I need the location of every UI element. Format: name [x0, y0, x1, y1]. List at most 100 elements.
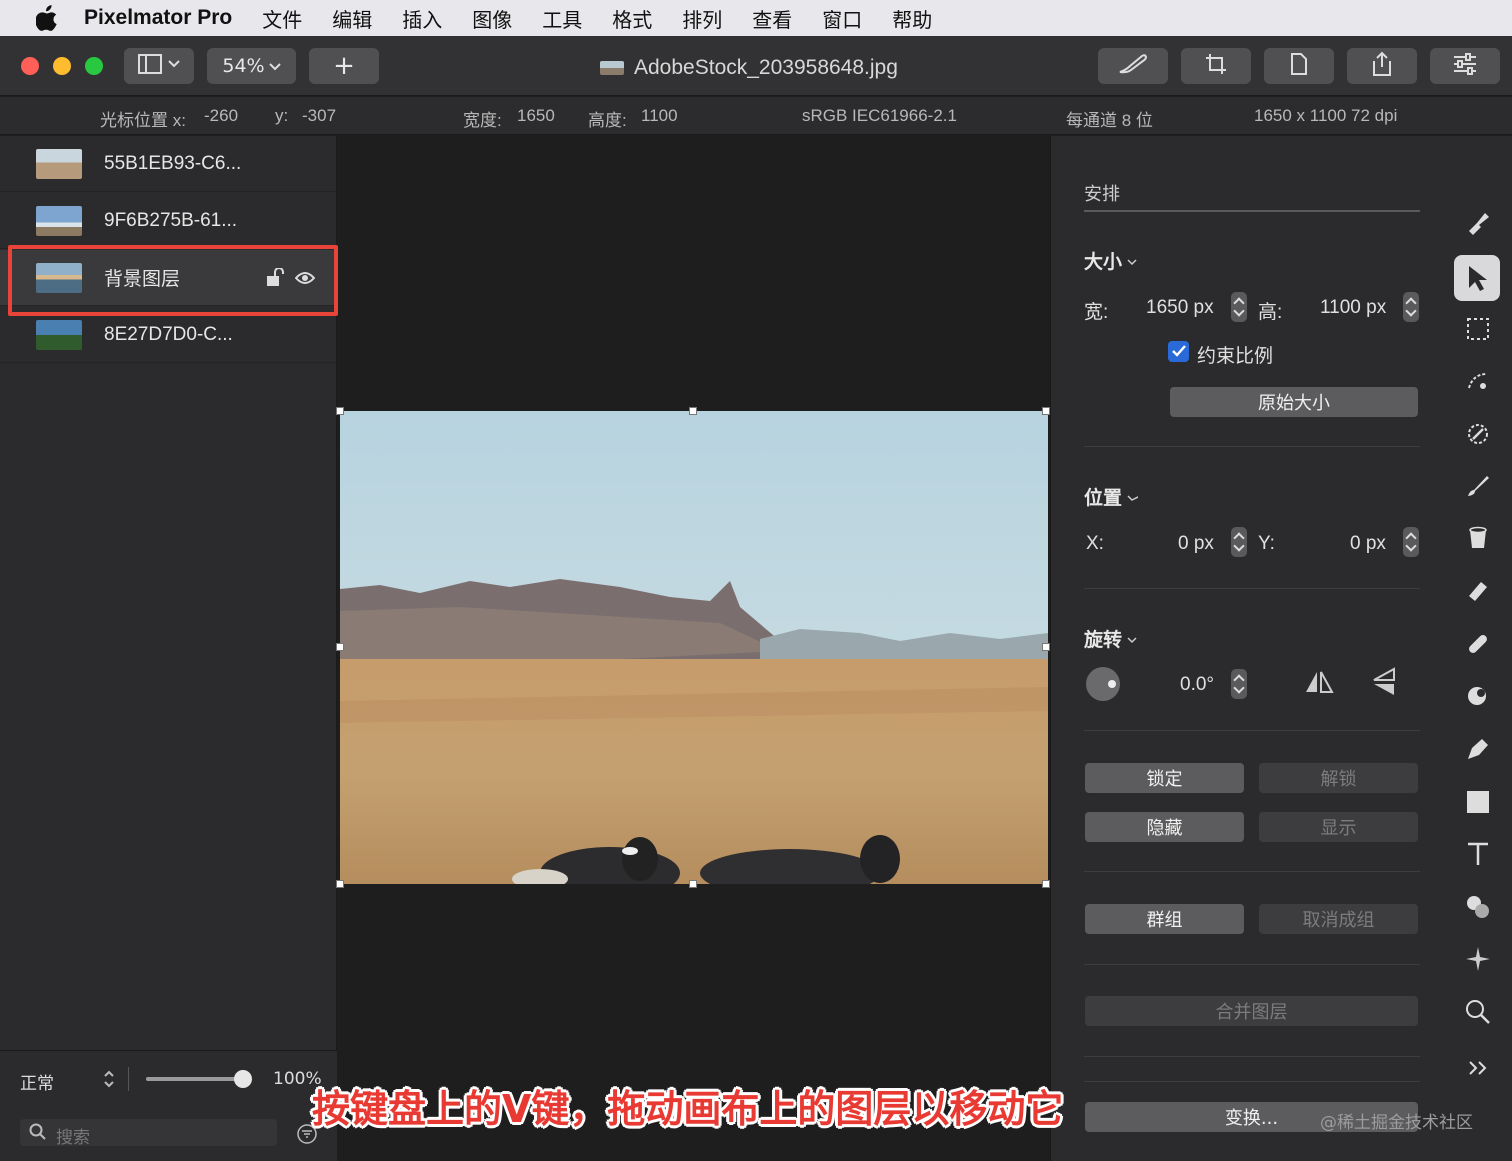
menu-tools[interactable]: 工具	[542, 4, 582, 33]
menu-arrange[interactable]: 排列	[682, 4, 722, 33]
adjust-button[interactable]	[1430, 48, 1500, 84]
crop-icon	[1204, 52, 1228, 81]
app-name-menu[interactable]: Pixelmator Pro	[84, 6, 232, 30]
chevron-down-icon[interactable]	[1126, 630, 1138, 649]
resize-handle-bottom-left[interactable]	[336, 880, 344, 888]
resize-handle-left[interactable]	[336, 643, 344, 651]
color-picker-tool[interactable]	[1462, 420, 1494, 452]
menu-view[interactable]: 查看	[752, 4, 792, 33]
group-button[interactable]: 群组	[1085, 904, 1244, 934]
constrain-checkbox[interactable]	[1168, 341, 1189, 362]
width-field[interactable]: 1650 px	[1146, 297, 1214, 319]
rotation-field[interactable]: 0.0°	[1180, 674, 1214, 696]
zoom-tool[interactable]	[1462, 998, 1494, 1030]
merge-layers-button[interactable]: 合并图层	[1085, 996, 1418, 1026]
resize-handle-right[interactable]	[1042, 643, 1050, 651]
resize-handle-top-right[interactable]	[1042, 407, 1050, 415]
paintbrush-icon	[1465, 473, 1491, 503]
info-bar: 光标位置 x: -260 y: -307 宽度: 1650 高度: 1100 s…	[0, 97, 1512, 135]
close-window-button[interactable]	[21, 57, 39, 75]
constrain-label: 约束比例	[1197, 346, 1274, 367]
height-field[interactable]: 1100 px	[1320, 297, 1386, 319]
zoom-window-button[interactable]	[85, 57, 103, 75]
double-chevron-right-icon	[1467, 1059, 1489, 1081]
menu-file[interactable]: 文件	[262, 4, 302, 33]
menu-insert[interactable]: 插入	[402, 4, 442, 33]
color-adjust-tool[interactable]	[1462, 893, 1494, 925]
tools-button[interactable]	[1098, 48, 1168, 84]
divider	[128, 1067, 129, 1091]
resize-handle-bottom[interactable]	[689, 880, 697, 888]
magic-select-icon	[1465, 368, 1491, 398]
y-stepper[interactable]	[1403, 527, 1419, 557]
layer-row[interactable]: 55B1EB93-C6...	[0, 136, 337, 192]
crop-button[interactable]	[1181, 48, 1251, 84]
blend-mode-label[interactable]: 正常	[20, 1069, 54, 1094]
position-section-title[interactable]: 位置	[1084, 483, 1122, 510]
sidebar-footer: 正常 100% 搜索	[0, 1050, 337, 1161]
size-section-title[interactable]: 大小	[1084, 247, 1122, 274]
type-tool[interactable]	[1462, 840, 1494, 872]
rotation-dial[interactable]	[1086, 667, 1120, 701]
more-tools-button[interactable]	[1462, 1054, 1494, 1086]
show-button[interactable]: 显示	[1259, 812, 1418, 842]
menu-format[interactable]: 格式	[612, 4, 652, 33]
y-field[interactable]: 0 px	[1350, 533, 1386, 555]
transform-label: 变换...	[1224, 1108, 1279, 1129]
x-field[interactable]: 0 px	[1178, 533, 1214, 555]
retouch-tool[interactable]	[1462, 630, 1494, 662]
opacity-slider-knob[interactable]	[234, 1070, 252, 1088]
fill-tool[interactable]	[1462, 524, 1494, 556]
sidebar-toggle-button[interactable]	[124, 48, 194, 84]
resize-handle-top[interactable]	[689, 407, 697, 415]
ungroup-button[interactable]: 取消成组	[1259, 904, 1418, 934]
opacity-slider[interactable]	[146, 1070, 252, 1088]
x-field-label: X:	[1086, 533, 1104, 554]
flip-horizontal-icon[interactable]	[1304, 669, 1334, 699]
zoom-dropdown[interactable]: 54%	[207, 48, 296, 84]
apple-icon[interactable]	[32, 3, 62, 33]
layer-row[interactable]: 9F6B275B-61...	[0, 193, 337, 249]
layer-image[interactable]	[340, 411, 1048, 884]
menu-edit[interactable]: 编辑	[332, 4, 372, 33]
document-title-text: AdobeStock_203958648.jpg	[634, 56, 898, 79]
blend-mode-stepper-icon[interactable]	[103, 1069, 115, 1093]
cursor-x-label: 光标位置 x:	[100, 111, 186, 130]
resize-handle-bottom-right[interactable]	[1042, 880, 1050, 888]
resize-handle-top-left[interactable]	[336, 407, 344, 415]
selection-tool[interactable]	[1462, 315, 1494, 347]
add-button[interactable]: +	[309, 48, 379, 84]
menu-help[interactable]: 帮助	[892, 4, 932, 33]
unlock-button[interactable]: 解锁	[1259, 763, 1418, 793]
effects-tool[interactable]	[1462, 945, 1494, 977]
menu-window[interactable]: 窗口	[822, 4, 862, 33]
shape-tool[interactable]	[1462, 788, 1494, 820]
chevron-down-icon[interactable]	[1126, 252, 1138, 271]
rotation-section-title[interactable]: 旋转	[1084, 625, 1122, 652]
desert-landscape-image	[340, 411, 1048, 884]
panel-tab-title: 安排	[1084, 184, 1120, 204]
minimize-window-button[interactable]	[53, 57, 71, 75]
flip-vertical-icon[interactable]	[1371, 667, 1397, 701]
x-stepper[interactable]	[1231, 527, 1247, 557]
search-field[interactable]: 搜索	[20, 1119, 277, 1148]
rotation-stepper[interactable]	[1231, 669, 1247, 699]
share-button[interactable]	[1347, 48, 1417, 84]
menu-image[interactable]: 图像	[472, 4, 512, 33]
format-button[interactable]	[1264, 48, 1334, 84]
width-stepper[interactable]	[1231, 292, 1247, 322]
lock-button[interactable]: 锁定	[1085, 763, 1244, 793]
pen-tool[interactable]	[1462, 735, 1494, 767]
original-size-button[interactable]: 原始大小	[1170, 387, 1418, 417]
paint-tool[interactable]	[1462, 472, 1494, 504]
erase-tool[interactable]	[1462, 577, 1494, 609]
style-tool[interactable]	[1462, 208, 1494, 240]
distort-tool[interactable]	[1462, 682, 1494, 714]
hide-button[interactable]: 隐藏	[1085, 812, 1244, 842]
document-icon	[1289, 52, 1309, 81]
chevron-down-icon[interactable]	[1126, 488, 1141, 507]
quick-select-tool[interactable]	[1462, 367, 1494, 399]
add-label: +	[333, 51, 355, 81]
arrange-tool-selected[interactable]	[1454, 255, 1500, 301]
height-stepper[interactable]	[1403, 292, 1419, 322]
